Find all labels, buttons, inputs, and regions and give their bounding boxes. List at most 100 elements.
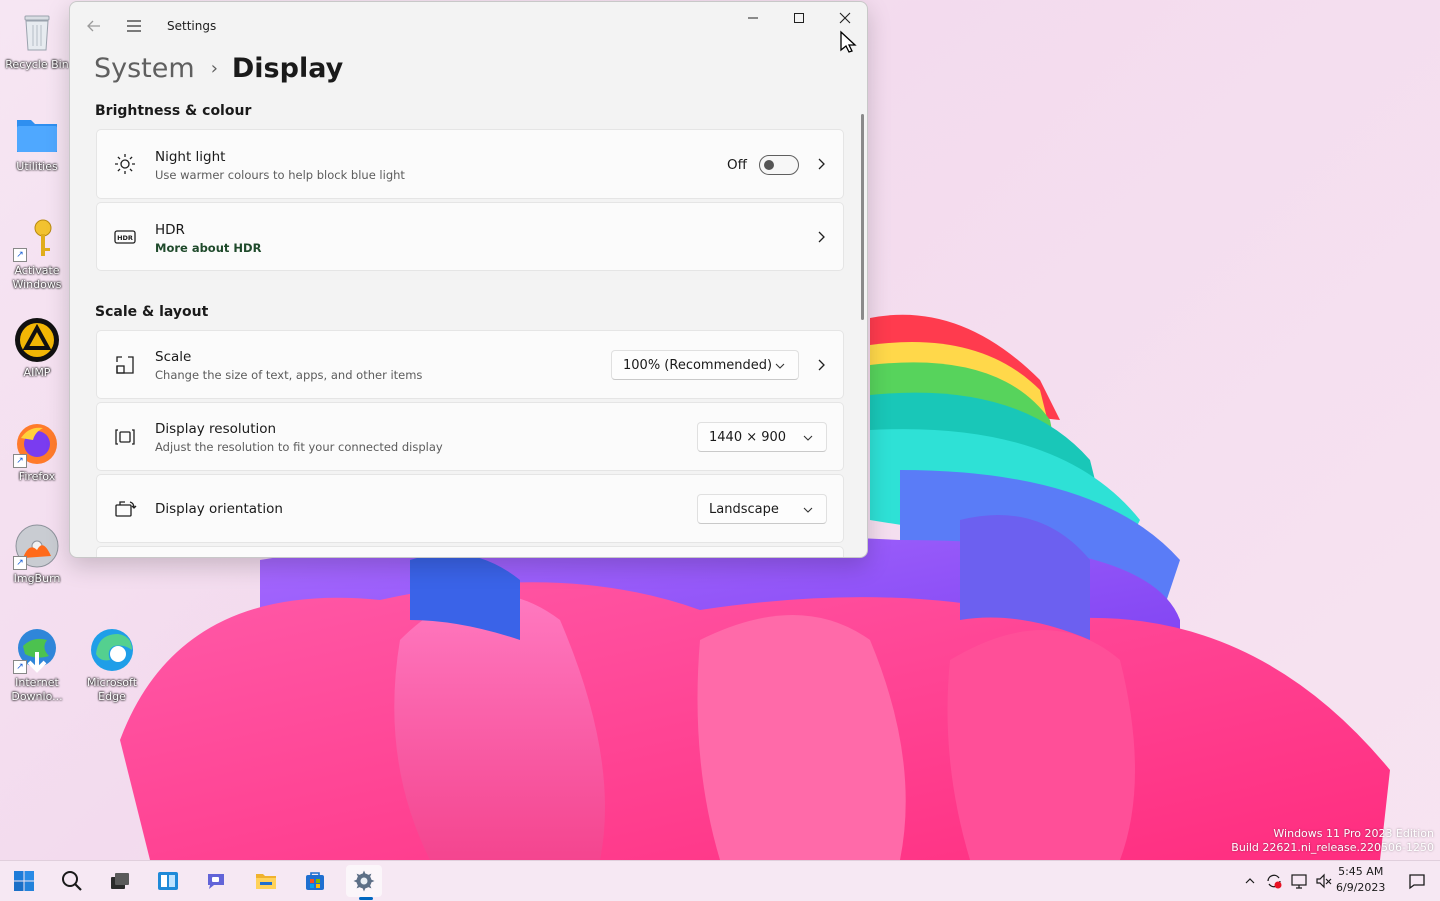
clock-date: 6/9/2023 <box>1336 881 1386 894</box>
scale-dropdown[interactable]: 100% (Recommended) <box>611 350 799 380</box>
taskbar <box>0 860 1440 901</box>
navigation-menu-button[interactable] <box>116 10 152 42</box>
microsoft-store-button[interactable] <box>297 865 333 897</box>
scale-dropdown-value: 100% (Recommended) <box>623 357 773 373</box>
show-hidden-icons-button[interactable] <box>1240 871 1260 891</box>
desktop-icon-aimp[interactable]: AIMP <box>5 316 69 380</box>
title-bar[interactable]: Settings <box>70 2 867 50</box>
breadcrumb: System › Display <box>94 48 343 88</box>
display-resolution-dropdown[interactable]: 1440 × 900 <box>697 422 827 452</box>
chevron-right-icon[interactable] <box>813 229 829 245</box>
display-resolution-icon <box>113 425 137 449</box>
night-light-state-label: Off <box>727 157 747 173</box>
tray-sync-button[interactable] <box>1264 871 1284 891</box>
chevron-right-icon[interactable] <box>813 357 829 373</box>
firefox-icon: ↗ <box>13 420 61 468</box>
settings-window[interactable]: Settings System › Display Brightness & c… <box>69 1 868 558</box>
scale-card[interactable]: Scale Change the size of text, apps, and… <box>96 330 844 399</box>
task-view-button[interactable] <box>102 865 138 897</box>
settings-taskbar-button[interactable] <box>346 865 382 900</box>
chevron-down-icon <box>803 507 813 513</box>
back-arrow-icon <box>87 20 100 32</box>
desktop-icon-microsoft-edge[interactable]: Microsoft Edge <box>80 626 144 704</box>
chevron-up-icon <box>1245 878 1255 884</box>
desktop-icon-label: Internet Downlo... <box>11 676 63 703</box>
tray-volume-button[interactable] <box>1314 871 1334 891</box>
shortcut-arrow-icon: ↗ <box>13 454 27 468</box>
night-light-toggle[interactable] <box>759 155 799 175</box>
shortcut-arrow-icon: ↗ <box>13 248 27 262</box>
maximize-button[interactable] <box>776 2 822 34</box>
key-icon: ↗ <box>13 214 61 262</box>
edge-icon <box>88 626 136 674</box>
shortcut-arrow-icon: ↗ <box>13 556 27 570</box>
minimize-button[interactable] <box>730 2 776 34</box>
desktop-icon-label: Activate Windows <box>12 264 62 291</box>
more-about-hdr-link[interactable]: More about HDR <box>155 241 261 255</box>
display-resolution-value: 1440 × 900 <box>709 429 787 445</box>
windows-build-watermark: Build 22621.ni_release.220506-1250 <box>1231 841 1434 854</box>
desktop-icon-recycle-bin[interactable]: Recycle Bin <box>5 8 69 72</box>
app-title: Settings <box>167 19 217 33</box>
taskbar-search-button[interactable] <box>54 865 90 897</box>
desktop-icon-firefox[interactable]: ↗ Firefox <box>5 420 69 484</box>
display-orientation-dropdown[interactable]: Landscape <box>697 494 827 524</box>
teams-chat-button[interactable] <box>198 865 234 897</box>
back-button[interactable] <box>76 10 112 42</box>
notifications-button[interactable] <box>1407 871 1427 891</box>
breadcrumb-parent-link[interactable]: System <box>94 53 195 84</box>
display-orientation-card[interactable]: Display orientation Landscape <box>96 474 844 543</box>
display-resolution-title: Display resolution <box>155 421 277 437</box>
section-title-scale-layout: Scale & layout <box>95 304 209 320</box>
start-button[interactable] <box>6 865 42 897</box>
breadcrumb-chevron-icon: › <box>210 57 218 79</box>
desktop-icon-activate-windows[interactable]: ↗ Activate Windows <box>5 214 69 292</box>
display-orientation-title: Display orientation <box>155 501 283 517</box>
page-title: Display <box>231 52 344 84</box>
recycle-bin-icon <box>13 8 61 56</box>
section-title-brightness: Brightness & colour <box>95 103 252 119</box>
vertical-scrollbar[interactable] <box>861 114 864 320</box>
maximize-icon <box>794 13 804 23</box>
widgets-button[interactable] <box>150 865 186 897</box>
sync-alert-icon <box>1267 874 1282 889</box>
desktop-icon-imgburn[interactable]: ↗ ImgBurn <box>5 522 69 586</box>
next-setting-card-partial[interactable] <box>96 546 844 557</box>
taskbar-clock[interactable]: 5:45 AM 6/9/2023 <box>1336 864 1385 896</box>
night-light-card[interactable]: Night light Use warmer colours to help b… <box>96 129 844 199</box>
mouse-cursor-icon <box>840 30 857 53</box>
chevron-down-icon <box>775 363 785 369</box>
desktop-icon-label: AIMP <box>23 366 51 379</box>
display-resolution-card[interactable]: Display resolution Adjust the resolution… <box>96 402 844 471</box>
hdr-card[interactable]: HDR HDR More about HDR <box>96 202 844 271</box>
notification-icon <box>1409 874 1425 890</box>
display-orientation-icon <box>113 497 137 521</box>
scale-subtitle: Change the size of text, apps, and other… <box>155 368 423 382</box>
hdr-icon: HDR <box>113 225 137 249</box>
widgets-icon <box>158 872 178 890</box>
scale-title: Scale <box>155 349 192 365</box>
chevron-right-icon[interactable] <box>813 156 829 172</box>
volume-muted-icon <box>1316 873 1332 889</box>
desktop-icon-label: Microsoft Edge <box>86 676 138 703</box>
chat-icon <box>208 874 224 889</box>
night-light-subtitle: Use warmer colours to help block blue li… <box>155 168 405 182</box>
minimize-icon <box>748 17 758 19</box>
night-light-title: Night light <box>155 149 226 165</box>
svg-text:HDR: HDR <box>117 234 133 242</box>
scale-icon <box>113 353 137 377</box>
desktop-icon-utilities[interactable]: Utilities <box>5 110 69 174</box>
desktop-icon-label: Recycle Bin <box>5 58 69 71</box>
network-monitor-icon <box>1291 874 1307 889</box>
desktop-icon-internet-download-manager[interactable]: ↗ Internet Downlo... <box>5 626 69 704</box>
night-light-brightness-icon <box>113 152 137 176</box>
task-view-icon <box>111 873 129 889</box>
microsoft-store-icon <box>306 872 324 890</box>
toggle-knob <box>764 160 774 170</box>
clock-time: 5:45 AM <box>1338 865 1384 878</box>
tray-network-button[interactable] <box>1289 871 1309 891</box>
file-explorer-icon <box>256 874 276 889</box>
aimp-icon <box>13 316 61 364</box>
chevron-down-icon <box>803 435 813 441</box>
file-explorer-button[interactable] <box>248 865 284 897</box>
